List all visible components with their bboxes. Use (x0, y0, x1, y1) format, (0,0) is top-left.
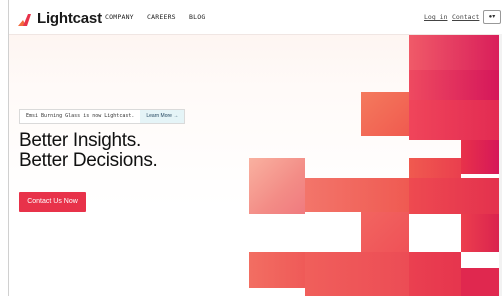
announcement-banner: Emsi Burning Glass is now Lightcast. Lea… (19, 109, 186, 124)
top-nav: Lightcast COMPANY CAREERS BLOG Log in Co… (9, 0, 502, 35)
chevron-down-icon: ▾ (492, 14, 496, 20)
language-selector[interactable]: ●▾ (483, 10, 501, 24)
logo[interactable]: Lightcast (17, 10, 102, 27)
nav-company[interactable]: COMPANY (105, 13, 134, 21)
nav-careers[interactable]: CAREERS (147, 13, 176, 21)
contact-us-button[interactable]: Contact Us Now (19, 192, 86, 212)
login-link[interactable]: Log in (424, 13, 447, 21)
lightcast-logo-icon (18, 13, 31, 26)
hero-headline: Better Insights. Better Decisions. (19, 131, 158, 171)
headline-line-1: Better Insights. (19, 130, 141, 151)
headline-line-2: Better Decisions. (19, 150, 158, 171)
browser-viewport: Lightcast COMPANY CAREERS BLOG Log in Co… (8, 0, 502, 296)
nav-blog[interactable]: BLOG (189, 13, 205, 21)
logo-text: Lightcast (37, 10, 102, 27)
learn-more-button[interactable]: Learn More → (140, 110, 185, 123)
contact-link[interactable]: Contact (452, 13, 479, 21)
banner-text: Emsi Burning Glass is now Lightcast. (26, 113, 135, 119)
